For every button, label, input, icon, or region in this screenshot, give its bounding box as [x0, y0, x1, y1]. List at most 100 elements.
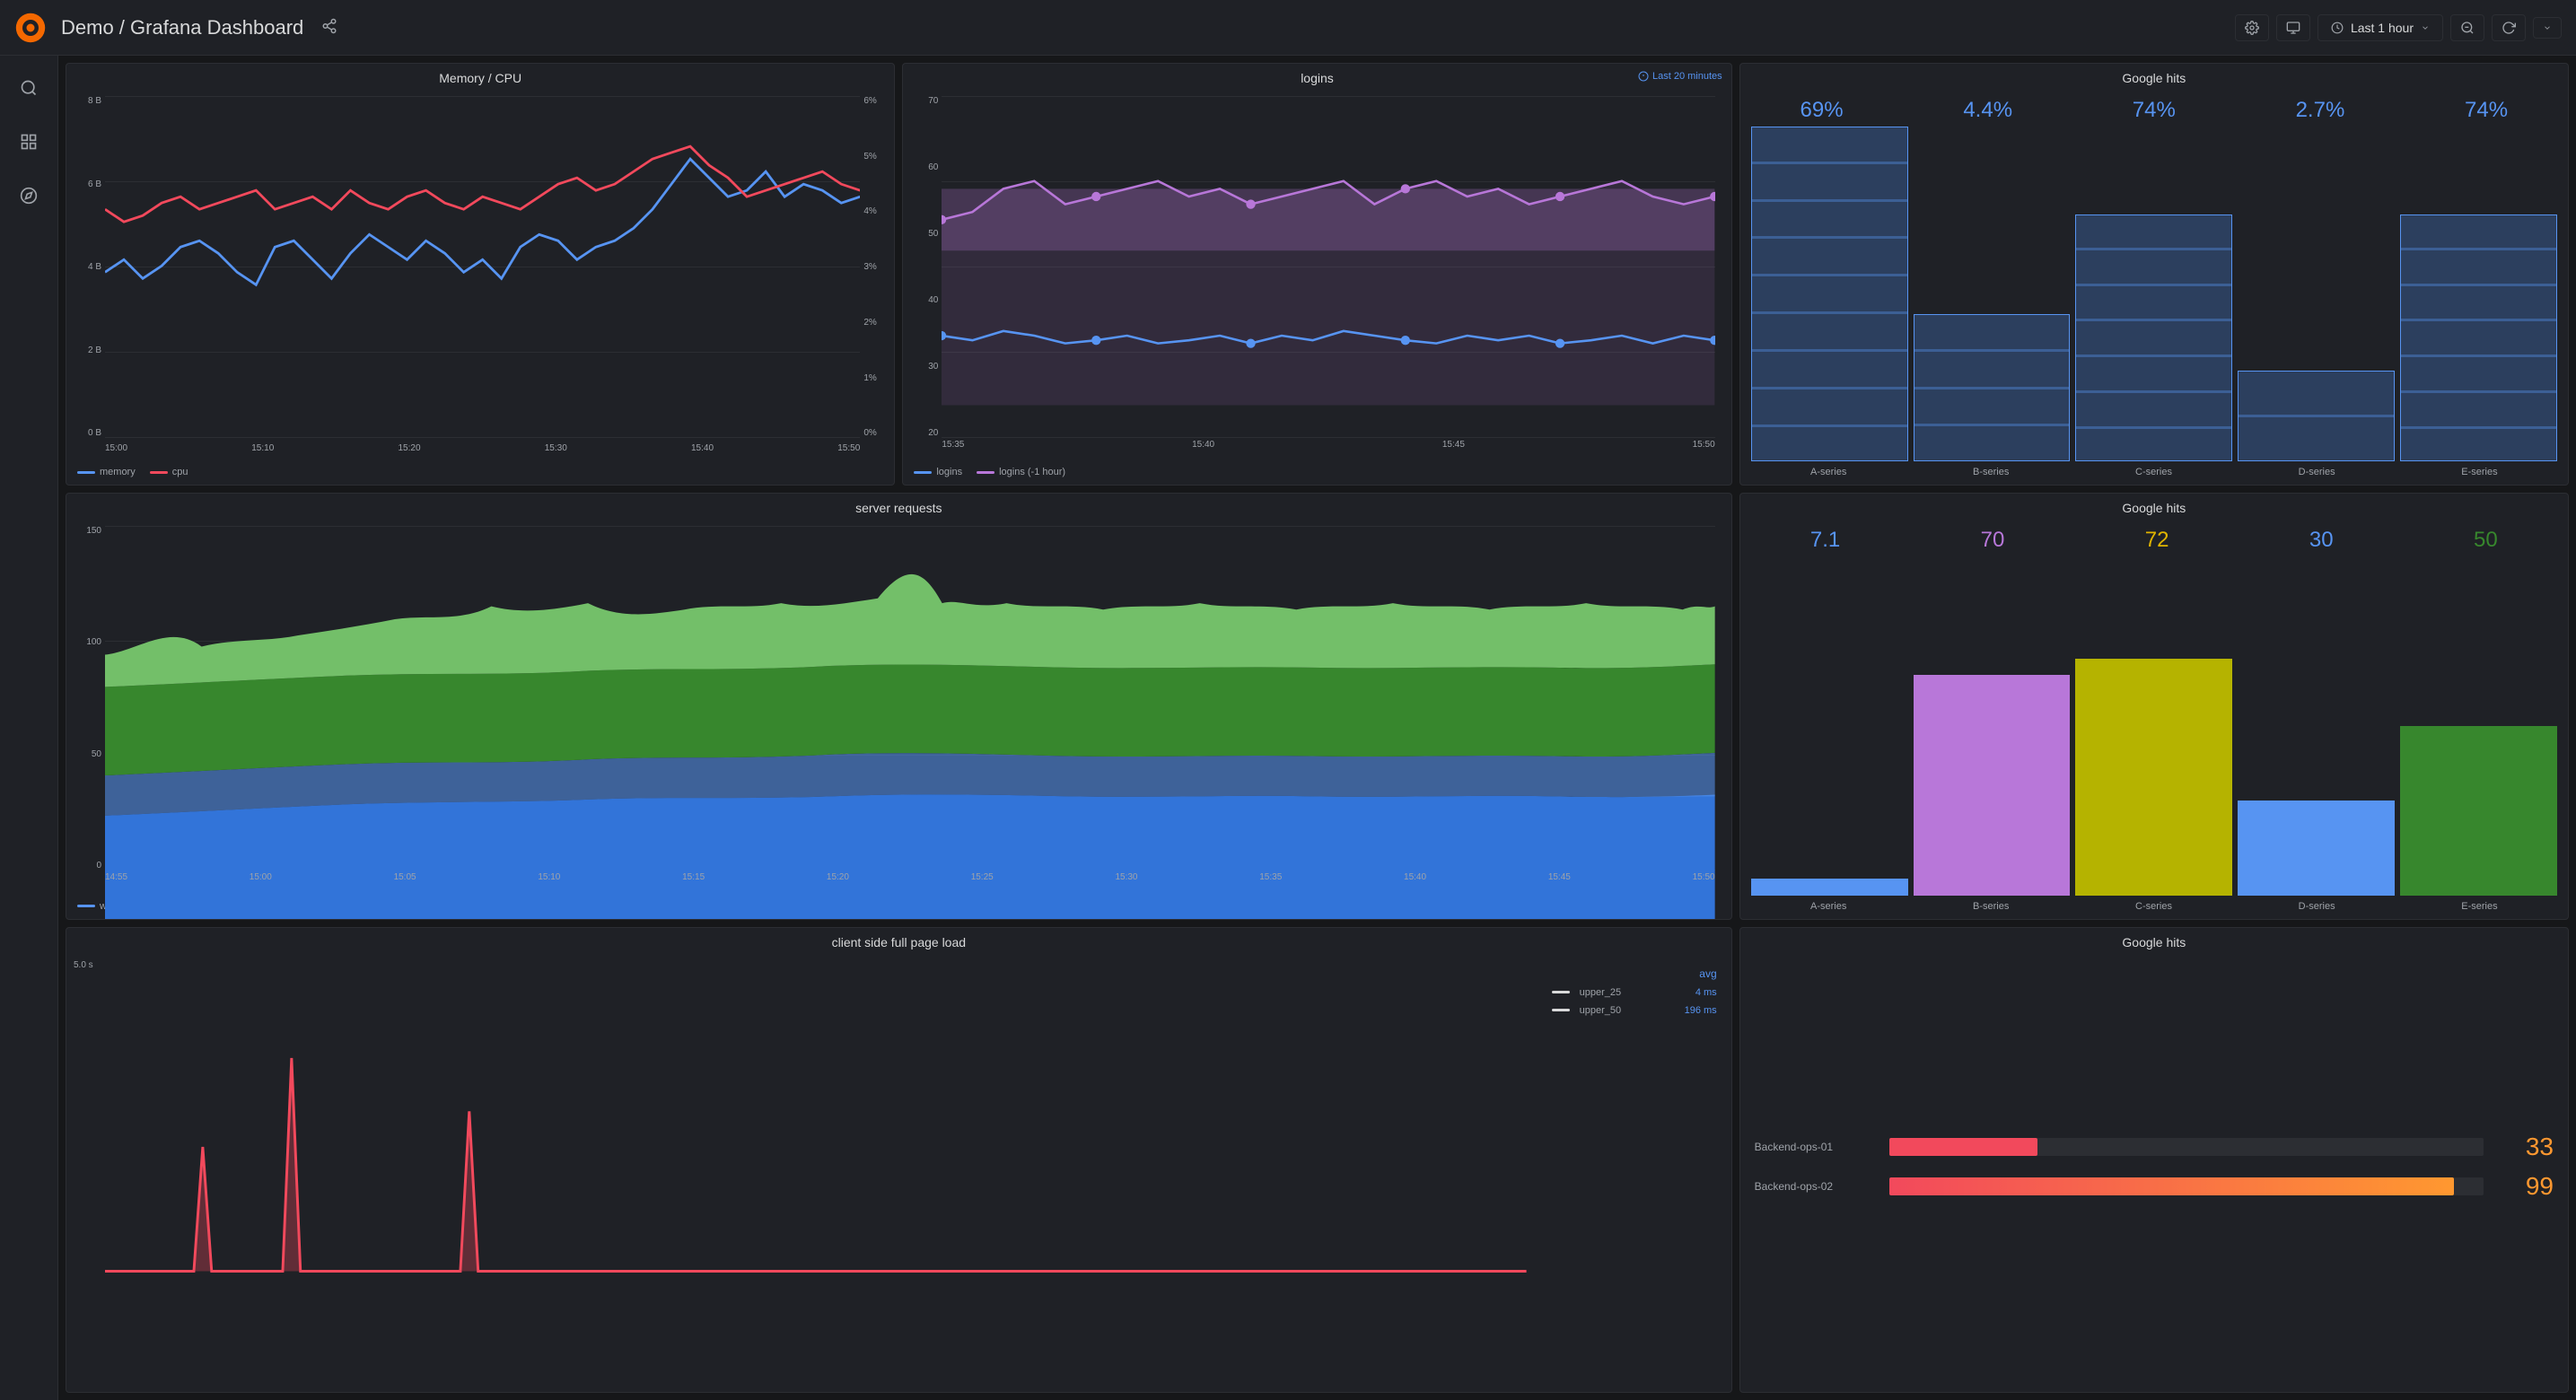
- hbar-wrap-01: [1889, 1138, 2484, 1156]
- google-hits-mid-labels: A-series B-series C-series D-series E-se…: [1740, 899, 2568, 915]
- sidebar-item-search[interactable]: [11, 70, 47, 106]
- legend-cpu: cpu: [150, 467, 188, 477]
- search-icon: [20, 79, 38, 97]
- page-title: Demo / Grafana Dashboard: [61, 16, 303, 39]
- bar-d: [2238, 371, 2395, 462]
- legend-dot-upper50: [1552, 1009, 1570, 1011]
- logins-badge: Last 20 minutes: [1638, 71, 1722, 82]
- server-y-axis: 150100500: [74, 526, 105, 870]
- chevron-down-icon: [2543, 23, 2552, 32]
- topbar: Demo / Grafana Dashboard Last 1 hour: [0, 0, 2576, 56]
- bar-c: [2075, 214, 2232, 461]
- bar-mid-c: [2075, 659, 2232, 896]
- bar-mid-col-e: [2400, 556, 2557, 895]
- bar-mid-b-empty: [1914, 556, 2071, 675]
- bar-mid-col-b: [1914, 556, 2071, 895]
- bar-c-empty: [2075, 127, 2232, 213]
- mid-stat-c: 72: [2145, 528, 2169, 553]
- logins-legend: logins logins (-1 hour): [903, 463, 1730, 485]
- memory-cpu-legend: memory cpu: [66, 463, 894, 485]
- stat-c: 74%: [2133, 98, 2176, 123]
- memory-cpu-chart: 8 B6 B4 B2 B0 B 6%5%4%3%2%1%0%: [66, 89, 894, 463]
- hbar-label-01: Backend-ops-01: [1755, 1141, 1880, 1153]
- refresh-icon: [2502, 21, 2516, 35]
- share-icon[interactable]: [321, 18, 337, 37]
- chevron-down-icon: [2421, 23, 2430, 32]
- legend-dot-logins-1h: [977, 471, 994, 474]
- logins-y-axis: 706050403020: [910, 96, 942, 438]
- bar-mid-d-empty: [2238, 556, 2395, 801]
- logins-svg: [942, 96, 1714, 406]
- logins-x-axis: 15:3515:4015:4515:50: [942, 440, 1714, 456]
- bar-mid-a: [1751, 879, 1908, 896]
- display-button[interactable]: [2276, 14, 2310, 41]
- gear-icon: [2245, 21, 2259, 35]
- main-content: Memory / CPU 8 B6 B4 B2 B0 B 6%5%4%3%2%1…: [58, 56, 2576, 1400]
- client-avg-label: avg: [1552, 967, 1717, 980]
- memory-cpu-panel: Memory / CPU 8 B6 B4 B2 B0 B 6%5%4%3%2%1…: [66, 63, 895, 486]
- bar-e: [2400, 214, 2557, 461]
- memory-cpu-title: Memory / CPU: [66, 64, 894, 89]
- zoom-out-icon: [2460, 21, 2475, 35]
- settings-button[interactable]: [2235, 14, 2269, 41]
- bar-col-b: [1914, 127, 2071, 461]
- client-side-legend: avg upper_25 4 ms upper_50 196 ms: [1545, 960, 1724, 1385]
- legend-logins: logins: [914, 467, 962, 477]
- legend-dot-cpu: [150, 471, 168, 474]
- server-requests-panel: server requests 150100500: [66, 493, 1732, 919]
- bar-col-a: [1751, 127, 1908, 461]
- mid-stat-d: 30: [2309, 528, 2334, 553]
- sidebar: [0, 56, 58, 1400]
- google-hits-top-content: 69% 4.4% 74% 2.7% 74%: [1740, 89, 2568, 485]
- google-hits-top-labels: A-series B-series C-series D-series E-se…: [1740, 465, 2568, 481]
- legend-dot-upper25: [1552, 991, 1570, 993]
- bar-mid-c-empty: [2075, 556, 2232, 658]
- more-button[interactable]: [2533, 17, 2562, 39]
- bar-d-empty: [2238, 127, 2395, 369]
- time-range-picker[interactable]: Last 1 hour: [2318, 14, 2443, 41]
- bar-b-empty: [1914, 127, 2071, 312]
- zoom-out-button[interactable]: [2450, 14, 2484, 41]
- client-side-svg: [105, 969, 1527, 1289]
- bar-mid-col-d: [2238, 556, 2395, 895]
- bar-col-e: [2400, 127, 2557, 461]
- hbar-value-02: 99: [2500, 1172, 2554, 1201]
- grafana-logo: [14, 12, 47, 44]
- compass-icon: [20, 187, 38, 205]
- y-axis-left: 8 B6 B4 B2 B0 B: [74, 96, 105, 438]
- server-requests-title: server requests: [66, 494, 1731, 519]
- client-legend-upper50: upper_50 196 ms: [1552, 1005, 1717, 1016]
- legend-logins-1h: logins (-1 hour): [977, 467, 1065, 477]
- info-icon: [1638, 71, 1649, 82]
- legend-memory: memory: [77, 467, 136, 477]
- legend-dot-logins: [914, 471, 932, 474]
- google-hits-top-title: Google hits: [1740, 64, 2568, 89]
- stat-d: 2.7%: [2296, 98, 2345, 123]
- google-hits-mid-bars: [1740, 556, 2568, 898]
- grid-icon: [20, 133, 38, 151]
- legend-dot-memory: [77, 471, 95, 474]
- google-hits-top-stats: 69% 4.4% 74% 2.7% 74%: [1740, 92, 2568, 127]
- hbar-label-02: Backend-ops-02: [1755, 1180, 1880, 1193]
- hbar-wrap-02: [1889, 1177, 2484, 1195]
- x-axis: 15:0015:1015:2015:3015:4015:50: [105, 440, 860, 456]
- bar-mid-a-empty: [1751, 556, 1908, 878]
- mid-stat-e: 50: [2474, 528, 2498, 553]
- client-side-panel: client side full page load 5.0 s avg upp…: [66, 927, 1732, 1393]
- legend-dot-ws01: [77, 905, 95, 907]
- google-hits-mid-content: 7.1 70 72 30 50: [1740, 519, 2568, 918]
- logins-panel: logins Last 20 minutes 706050403020: [902, 63, 1731, 486]
- monitor-icon: [2286, 21, 2300, 35]
- sidebar-item-explore[interactable]: [11, 178, 47, 214]
- client-side-title: client side full page load: [66, 928, 1731, 953]
- logins-title: logins Last 20 minutes: [903, 64, 1730, 89]
- google-hits-mid-stats: 7.1 70 72 30 50: [1740, 522, 2568, 556]
- sidebar-item-dashboards[interactable]: [11, 124, 47, 160]
- stat-a: 69%: [1801, 98, 1844, 123]
- google-hits-bottom-content: Backend-ops-01 33 Backend-ops-02 99: [1740, 953, 2568, 1392]
- bar-mid-d: [2238, 801, 2395, 896]
- google-hits-bottom-panel: Google hits Backend-ops-01 33 Backend-op…: [1739, 927, 2569, 1393]
- refresh-button[interactable]: [2492, 14, 2526, 41]
- bar-mid-col-a: [1751, 556, 1908, 895]
- google-hits-top-panel: Google hits 69% 4.4% 74% 2.7% 74%: [1739, 63, 2569, 486]
